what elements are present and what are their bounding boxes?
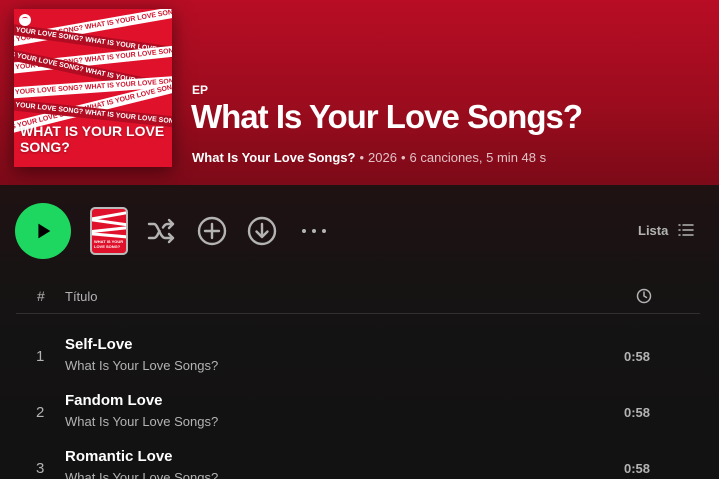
track-duration: 0:58 [624,349,651,364]
album-meta: What Is Your Love Songs? • 2026 • 6 cancione… [192,150,546,165]
album-title: What Is Your Love Songs? [191,98,583,135]
album-cover[interactable]: WHAT IS YOUR LOVE SONG? WHAT IS YOUR LOV… [14,9,172,167]
mini-cover-thumbnail[interactable]: WHAT IS YOUR LOVE SONG? [90,207,128,255]
album-summary: 6 canciones, 5 min 48 s [409,150,547,165]
track-row[interactable]: 1 Self-Love What Is Your Love Songs? 0:5… [16,328,700,384]
track-title[interactable]: Self-Love [65,336,133,353]
track-artist[interactable]: What Is Your Love Songs? [65,414,218,429]
track-title[interactable]: Romantic Love [65,448,173,465]
download-button[interactable] [245,214,279,248]
view-label: Lista [638,222,669,238]
play-button[interactable] [15,203,71,259]
download-icon [247,216,277,246]
column-number: # [37,288,45,304]
track-row[interactable]: 3 Romantic Love What Is Your Love Songs?… [16,440,700,479]
mini-cover-text: WHAT IS YOUR LOVE SONG? [94,239,124,249]
album-header: WHAT IS YOUR LOVE SONG? WHAT IS YOUR LOV… [0,0,719,185]
track-number: 3 [36,460,45,477]
shuffle-icon [147,218,175,244]
artist-link[interactable]: What Is Your Love Songs? [192,150,355,165]
play-icon [38,223,51,239]
track-artist[interactable]: What Is Your Love Songs? [65,358,218,373]
track-artist[interactable]: What Is Your Love Songs? [65,470,218,479]
column-duration [636,288,652,307]
track-title[interactable]: Fandom Love [65,392,163,409]
meta-separator: • [400,150,406,165]
track-duration: 0:58 [624,405,651,420]
more-horizontal-icon [302,229,326,233]
list-view-icon [678,224,695,236]
add-circle-icon [197,216,227,246]
add-to-library-button[interactable] [195,214,229,248]
album-year: 2026 [368,150,397,165]
track-number: 2 [36,404,45,421]
track-duration: 0:58 [624,461,651,476]
tracklist-header: # Título [16,282,700,314]
cover-title: WHAT IS YOUR LOVE SONG? [20,123,165,155]
track-number: 1 [36,348,45,365]
spotify-logo-icon [19,14,31,26]
shuffle-button[interactable] [145,214,179,248]
track-row[interactable]: 2 Fandom Love What Is Your Love Songs? 0… [16,384,700,440]
more-options-button[interactable] [297,214,331,248]
column-title: Título [65,289,98,304]
view-toggle[interactable]: Lista [638,222,695,238]
album-type: EP [192,83,209,97]
clock-icon [636,288,652,304]
meta-separator: • [359,150,365,165]
